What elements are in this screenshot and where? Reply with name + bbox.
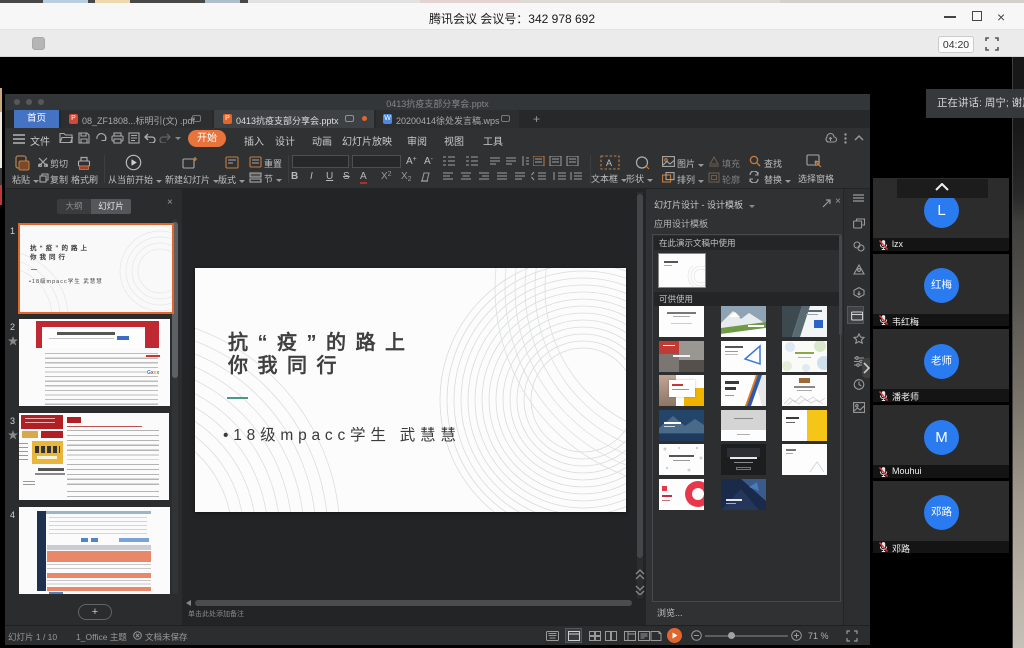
- svg-text:A: A: [606, 158, 612, 168]
